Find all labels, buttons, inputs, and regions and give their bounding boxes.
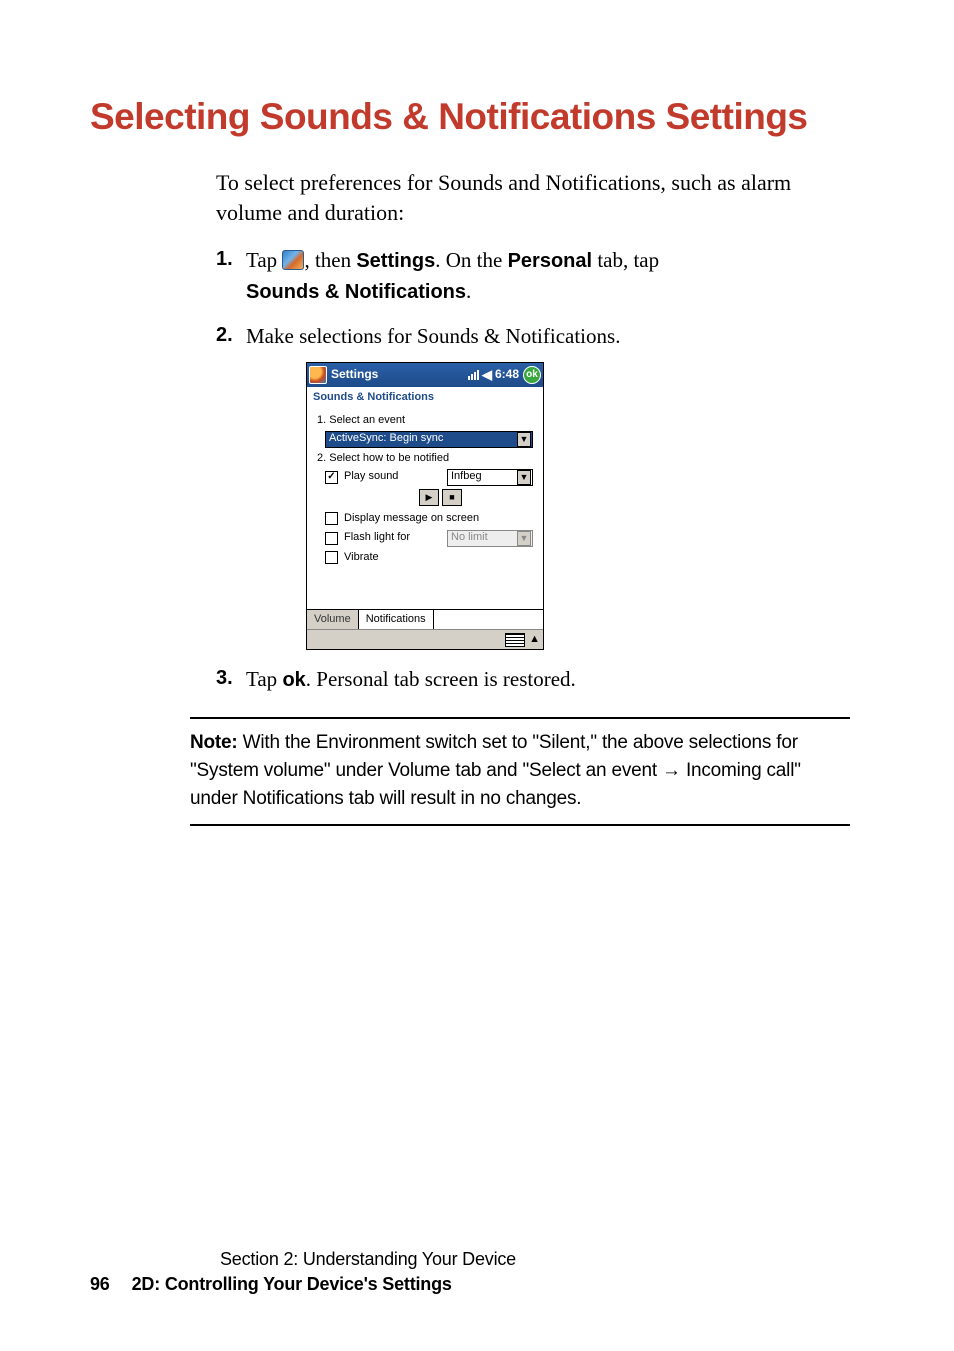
sound-dropdown-value: Infbeg bbox=[451, 469, 482, 485]
chevron-down-icon: ▼ bbox=[517, 470, 531, 485]
play-sound-checkbox[interactable]: ✓ bbox=[325, 471, 338, 484]
vibrate-checkbox[interactable] bbox=[325, 551, 338, 564]
step-1-text-d: tab, tap bbox=[592, 248, 659, 272]
display-message-checkbox[interactable] bbox=[325, 512, 338, 525]
display-message-label: Display message on screen bbox=[344, 511, 479, 527]
step-3: Tap ok. Personal tab screen is restored. bbox=[216, 664, 856, 695]
step-1-text-c: . On the bbox=[435, 248, 507, 272]
flash-light-checkbox[interactable] bbox=[325, 532, 338, 545]
status-icons: ◀ 6:48 bbox=[468, 366, 519, 383]
ppc-tab-strip: Volume Notifications bbox=[307, 609, 543, 630]
ppc-titlebar: Settings ◀ 6:48 ok bbox=[307, 363, 543, 387]
label-how-notified: 2. Select how to be notified bbox=[317, 451, 535, 467]
step-1-sn: Sounds & Notifications bbox=[246, 281, 466, 303]
play-button[interactable]: ▶ bbox=[419, 489, 439, 506]
event-dropdown-value: ActiveSync: Begin sync bbox=[329, 431, 443, 447]
clock-time: 6:48 bbox=[495, 366, 519, 383]
step-1-text-a: Tap bbox=[246, 248, 282, 272]
stop-button[interactable]: ■ bbox=[442, 489, 462, 506]
start-icon bbox=[282, 250, 304, 270]
step-3-text-a: Tap bbox=[246, 667, 282, 691]
page-number: 96 bbox=[90, 1274, 110, 1294]
play-sound-row: ✓ Play sound Infbeg ▼ bbox=[325, 469, 533, 486]
step-1: Tap , then Settings. On the Personal tab… bbox=[216, 245, 856, 307]
flash-light-label: Flash light for bbox=[344, 530, 410, 546]
ok-button[interactable]: ok bbox=[523, 366, 541, 384]
sound-dropdown[interactable]: Infbeg ▼ bbox=[447, 469, 533, 486]
step-3-text-b: . Personal tab screen is restored. bbox=[306, 667, 576, 691]
step-2: Make selections for Sounds & Notificatio… bbox=[216, 321, 856, 650]
step-1-text-b: , then bbox=[304, 248, 356, 272]
vibrate-label: Vibrate bbox=[344, 550, 379, 566]
keyboard-icon[interactable] bbox=[505, 633, 525, 647]
ppc-bottom-bar: ▲ bbox=[307, 629, 543, 649]
input-panel-arrow-icon[interactable]: ▲ bbox=[529, 632, 540, 648]
label-select-event: 1. Select an event bbox=[317, 413, 535, 429]
ppc-window: Settings ◀ 6:48 ok Sounds & Notification… bbox=[306, 362, 544, 651]
flash-light-row: Flash light for No limit ▼ bbox=[325, 530, 533, 547]
step-2-text: Make selections for Sounds & Notificatio… bbox=[246, 324, 620, 348]
display-message-row: Display message on screen bbox=[325, 511, 533, 527]
vibrate-row: Vibrate bbox=[325, 550, 533, 566]
note-block: Note: With the Environment switch set to… bbox=[190, 717, 850, 826]
signal-icon bbox=[468, 370, 479, 380]
flash-duration-dropdown: No limit ▼ bbox=[447, 530, 533, 547]
embedded-screenshot: Settings ◀ 6:48 ok Sounds & Notification… bbox=[306, 362, 856, 651]
start-menu-icon[interactable] bbox=[309, 366, 327, 384]
play-sound-label: Play sound bbox=[344, 469, 398, 485]
speaker-icon: ◀ bbox=[482, 368, 492, 381]
footer-chapter: 2D: Controlling Your Device's Settings bbox=[132, 1274, 452, 1294]
ppc-window-title: Settings bbox=[331, 366, 468, 383]
step-1-text-e: . bbox=[466, 279, 471, 303]
tab-notifications[interactable]: Notifications bbox=[359, 610, 434, 630]
ppc-page-heading: Sounds & Notifications bbox=[307, 387, 543, 411]
step-1-personal: Personal bbox=[508, 250, 592, 272]
note-label: Note: bbox=[190, 732, 238, 753]
intro-paragraph: To select preferences for Sounds and Not… bbox=[216, 168, 856, 227]
step-3-ok: ok bbox=[282, 669, 305, 691]
arrow-right-icon: → bbox=[662, 760, 681, 781]
steps-list: Tap , then Settings. On the Personal tab… bbox=[216, 245, 856, 695]
chevron-down-icon: ▼ bbox=[517, 432, 531, 447]
step-1-settings: Settings bbox=[356, 250, 435, 272]
footer-section: Section 2: Understanding Your Device bbox=[90, 1249, 516, 1270]
page-footer: Section 2: Understanding Your Device 96 2… bbox=[90, 1249, 516, 1295]
chevron-down-icon: ▼ bbox=[517, 531, 531, 546]
page-title: Selecting Sounds & Notifications Setting… bbox=[90, 96, 864, 138]
flash-duration-value: No limit bbox=[451, 530, 488, 546]
event-dropdown[interactable]: ActiveSync: Begin sync ▼ bbox=[325, 431, 533, 448]
tab-volume[interactable]: Volume bbox=[307, 610, 359, 630]
